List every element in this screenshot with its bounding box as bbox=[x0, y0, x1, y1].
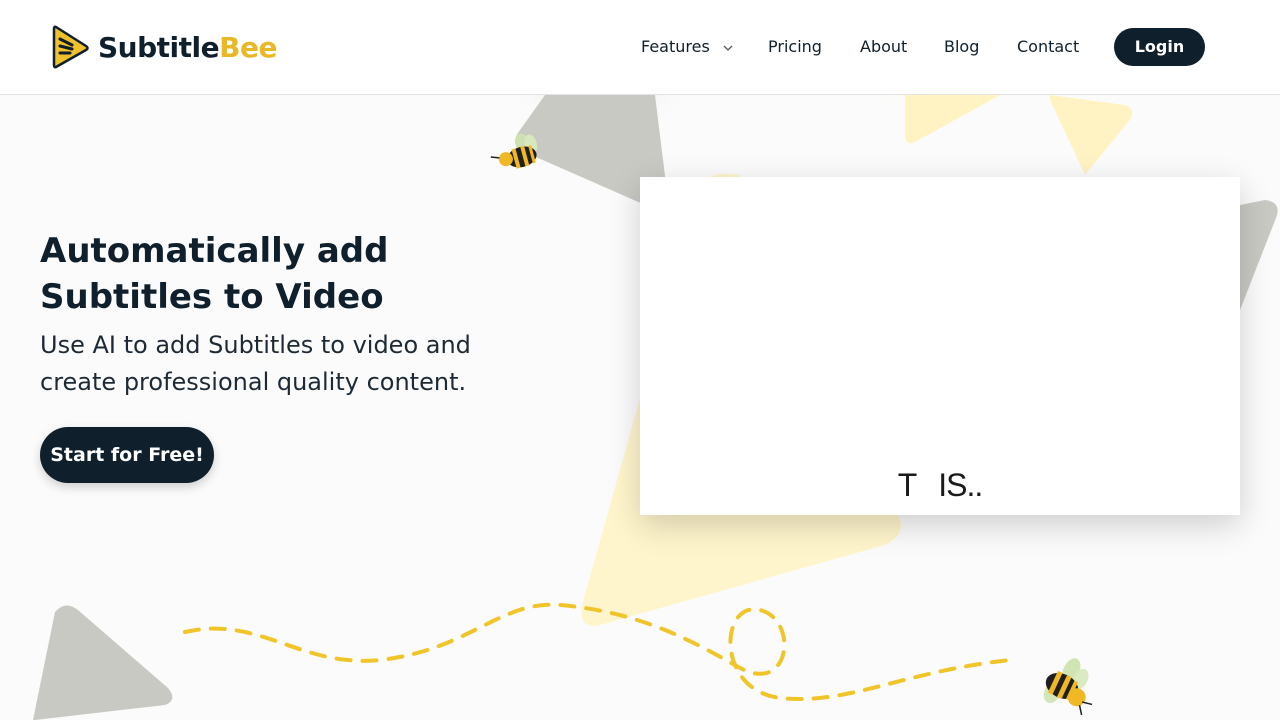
nav-item-features[interactable]: Features bbox=[641, 28, 733, 66]
start-for-free-button[interactable]: Start for Free! bbox=[40, 427, 214, 483]
login-button[interactable]: Login bbox=[1114, 28, 1205, 66]
nav-item-pricing[interactable]: Pricing bbox=[768, 28, 822, 66]
nav-item-blog[interactable]: Blog bbox=[944, 28, 979, 66]
brand-logo[interactable]: SubtitleBee bbox=[52, 24, 277, 70]
nav-item-label: Features bbox=[641, 37, 710, 56]
brand-name-part2: Bee bbox=[219, 30, 277, 64]
bee-icon bbox=[1043, 658, 1093, 716]
hero-subtitle-line: create professional quality content. bbox=[40, 368, 467, 396]
play-triangle-logo-icon bbox=[52, 25, 89, 69]
chevron-down-icon bbox=[723, 45, 733, 51]
nav-item-about[interactable]: About bbox=[860, 28, 907, 66]
grey-triangle-shape bbox=[33, 605, 173, 720]
brand-name-part1: Subtitle bbox=[98, 30, 220, 64]
caption-word: T bbox=[897, 467, 918, 503]
hero-subtitle: Use AI to add Subtitles to video and cre… bbox=[40, 327, 510, 401]
brand-name: SubtitleBee bbox=[98, 31, 277, 64]
nav-item-contact[interactable]: Contact bbox=[1017, 28, 1079, 66]
demo-video-player[interactable]: T IS.. bbox=[640, 177, 1240, 515]
hero-title-line: Automatically add bbox=[40, 231, 389, 271]
site-header: SubtitleBee Features Pricing About Blog … bbox=[0, 0, 1280, 95]
yellow-triangle-shape bbox=[1050, 95, 1133, 175]
hero-title: Automatically add Subtitles to Video bbox=[40, 228, 500, 320]
grey-triangle-shape bbox=[1240, 200, 1278, 310]
landing-page: SubtitleBee Features Pricing About Blog … bbox=[0, 0, 1280, 720]
hero-title-line: Subtitles to Video bbox=[40, 277, 384, 317]
caption-word: IS.. bbox=[938, 467, 983, 503]
yellow-triangle-shape bbox=[905, 95, 1000, 144]
hero-subtitle-line: Use AI to add Subtitles to video and bbox=[40, 331, 471, 359]
video-caption: T IS.. bbox=[640, 467, 1240, 504]
